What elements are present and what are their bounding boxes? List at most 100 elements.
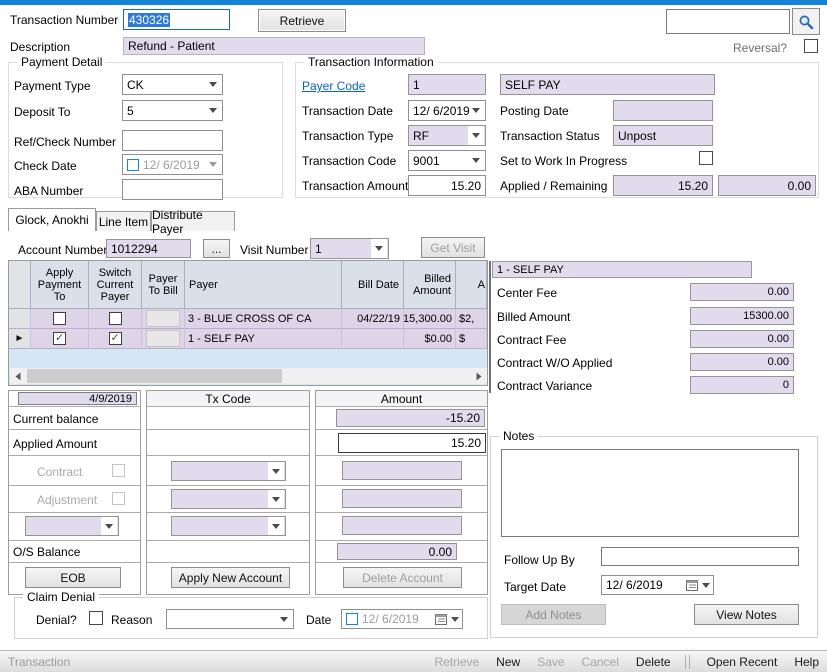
partial-amount-cell[interactable]: $ [456, 329, 487, 349]
tx-code-header: Tx Code [147, 391, 309, 407]
status-retrieve[interactable]: Retrieve [434, 655, 479, 669]
apply-payment-cell[interactable] [31, 329, 89, 349]
col-partial[interactable]: A [456, 261, 487, 309]
reversal-checkbox[interactable] [804, 39, 818, 53]
apply-payment-checkbox[interactable] [53, 312, 66, 325]
row-selector-current[interactable]: ► [9, 329, 31, 349]
col-switch-current-payer[interactable]: Switch Current Payer [89, 261, 142, 309]
denial-checkbox[interactable] [89, 611, 103, 625]
check-date-picker[interactable]: 12/ 6/2019 [122, 154, 223, 175]
posting-date-value [613, 100, 713, 121]
tab-patient-name[interactable]: Glock, Anokhi [8, 208, 96, 231]
account-browse-button[interactable]: ... [203, 239, 230, 258]
account-number-label: Account Number [18, 243, 107, 257]
scroll-left-icon[interactable] [10, 368, 26, 384]
eob-button[interactable]: EOB [25, 567, 121, 588]
bill-date-cell[interactable]: 04/22/19 [342, 309, 404, 329]
add-notes-button[interactable]: Add Notes [501, 604, 606, 625]
payer-to-bill-cell[interactable] [142, 309, 185, 329]
transaction-code-select[interactable]: 9001 [408, 150, 486, 171]
check-date-checkbox[interactable] [127, 159, 139, 171]
payer-to-bill-cell[interactable] [142, 329, 185, 349]
tab-distribute-payer[interactable]: Distribute Payer [151, 211, 235, 231]
deposit-to-select[interactable]: 5 [122, 100, 223, 121]
denial-date-label: Date [306, 613, 331, 627]
status-cancel[interactable]: Cancel [582, 655, 619, 669]
ref-check-number-input[interactable] [122, 130, 223, 151]
os-balance-value: 0.00 [337, 543, 457, 560]
adjustment-checkbox[interactable] [112, 492, 125, 505]
adjustment-txcode-select[interactable] [171, 489, 286, 509]
contract-amount-input[interactable] [342, 461, 462, 480]
get-visit-button[interactable]: Get Visit [421, 237, 485, 258]
payer-grid[interactable]: Apply Payment To Switch Current Payer Pa… [8, 260, 488, 386]
col-apply-payment-to[interactable]: Apply Payment To [31, 261, 89, 309]
apply-payment-checkbox[interactable] [53, 332, 66, 345]
transaction-date-picker[interactable]: 12/ 6/2019 [408, 100, 486, 121]
view-notes-button[interactable]: View Notes [694, 604, 799, 625]
bill-date-cell[interactable] [342, 329, 404, 349]
payer-panel-title: 1 - SELF PAY [492, 261, 752, 278]
status-help[interactable]: Help [794, 655, 819, 669]
applied-amount-input[interactable]: 15.20 [338, 433, 486, 453]
status-delete[interactable]: Delete [636, 655, 671, 669]
status-new[interactable]: New [496, 655, 520, 669]
scroll-right-icon[interactable] [471, 368, 487, 384]
reason-select[interactable] [166, 609, 294, 629]
transaction-type-select[interactable]: RF [408, 125, 486, 146]
apply-date-header: 4/9/2019 [18, 392, 137, 405]
tab-line-item[interactable]: Line Item [96, 211, 151, 231]
transaction-code-label: Transaction Code [302, 154, 396, 168]
aba-number-label: ABA Number [14, 184, 83, 198]
switch-payer-checkbox[interactable] [109, 312, 122, 325]
col-billed-amount[interactable]: Billed Amount [404, 261, 456, 309]
billed-amount-cell[interactable]: $15,300.00 [404, 309, 456, 329]
visit-number-select[interactable]: 1 [310, 238, 389, 259]
aba-number-input[interactable] [122, 179, 223, 200]
notes-textarea[interactable] [501, 449, 799, 537]
extra-txcode-select[interactable] [171, 516, 286, 536]
status-save[interactable]: Save [537, 655, 564, 669]
payer-cell[interactable]: 3 - BLUE CROSS OF CA [185, 309, 342, 329]
denial-date-checkbox[interactable] [346, 613, 358, 625]
transaction-amount-input[interactable]: 15.20 [408, 175, 486, 196]
extra-amount-input[interactable] [342, 516, 462, 535]
target-date-picker[interactable]: 12/ 6/2019 [601, 575, 714, 595]
search-input[interactable] [666, 9, 790, 34]
retrieve-button[interactable]: Retrieve [258, 9, 346, 32]
scrollbar-thumb[interactable] [27, 369, 282, 383]
adjustment-amount-input[interactable] [342, 489, 462, 508]
billed-amount-value: 15300.00 [690, 307, 794, 325]
denial-date-picker[interactable]: 12/ 6/2019 [341, 609, 463, 629]
col-payer-to-bill[interactable]: Payer To Bill [142, 261, 185, 309]
payment-type-label: Payment Type [14, 79, 91, 93]
payment-type-select[interactable]: CK [122, 74, 223, 95]
switch-payer-checkbox[interactable] [109, 332, 122, 345]
apply-payment-cell[interactable] [31, 309, 89, 329]
status-open-recent[interactable]: Open Recent [707, 655, 778, 669]
payer-to-bill-box [146, 310, 180, 327]
applied-remaining-label: Applied / Remaining [500, 179, 607, 193]
switch-payer-cell[interactable] [89, 309, 142, 329]
follow-up-by-input[interactable] [601, 547, 799, 566]
payer-cell[interactable]: 1 - SELF PAY [185, 329, 342, 349]
switch-payer-cell[interactable] [89, 329, 142, 349]
search-button[interactable] [792, 8, 820, 35]
payer-code-link[interactable]: Payer Code [302, 79, 365, 93]
delete-account-button[interactable]: Delete Account [343, 567, 462, 588]
contract-txcode-select[interactable] [171, 461, 286, 481]
col-bill-date[interactable]: Bill Date [342, 261, 404, 309]
grid-horizontal-scrollbar[interactable] [10, 368, 487, 384]
billed-amount-cell[interactable]: $0.00 [404, 329, 456, 349]
work-in-progress-checkbox[interactable] [699, 151, 713, 165]
chevron-down-icon [468, 126, 484, 145]
apply-new-account-button[interactable]: Apply New Account [171, 567, 290, 588]
transaction-number-input[interactable]: 430326 [123, 9, 230, 30]
col-payer[interactable]: Payer [185, 261, 342, 309]
chevron-down-icon [268, 490, 284, 508]
partial-amount-cell[interactable]: $2, [456, 309, 487, 329]
account-number-input[interactable]: 1012294 [106, 239, 191, 258]
row-selector[interactable] [9, 309, 31, 329]
extra-tx-select[interactable] [25, 516, 119, 536]
contract-checkbox[interactable] [112, 464, 125, 477]
